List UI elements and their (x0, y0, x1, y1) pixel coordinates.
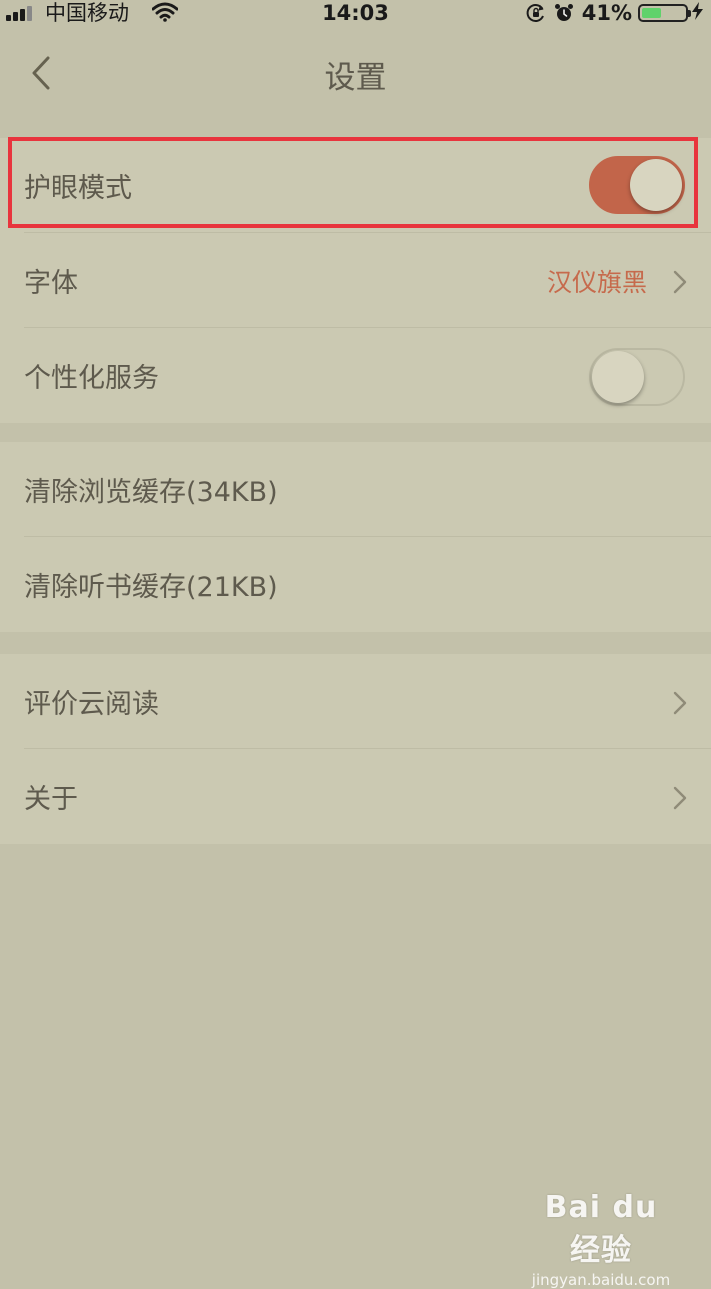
clear-audio-cache-row[interactable]: 清除听书缓存(21KB) (0, 537, 711, 632)
chevron-right-icon (673, 270, 687, 294)
font-label: 字体 (24, 268, 78, 299)
personalized-service-label: 个性化服务 (24, 363, 159, 394)
status-bar: 中国移动 14:03 41% (0, 0, 711, 26)
watermark-url: jingyan.baidu.com (531, 1271, 671, 1289)
about-row[interactable]: 关于 (0, 749, 711, 844)
personalized-service-row: 个性化服务 (0, 328, 711, 423)
font-row[interactable]: 字体 汉仪旗黑 (0, 233, 711, 328)
about-label: 关于 (24, 784, 78, 815)
rate-app-label: 评价云阅读 (24, 689, 159, 720)
rotation-lock-icon (526, 3, 546, 23)
toggle-knob (592, 351, 644, 403)
navigation-bar: 设置 (0, 26, 711, 114)
baidu-watermark: Bai du 经验 jingyan.baidu.com (531, 1190, 671, 1289)
toggle-knob (630, 159, 682, 211)
settings-group-about: 评价云阅读 关于 (0, 654, 711, 844)
chevron-right-icon (673, 691, 687, 715)
battery-percent: 41% (581, 1, 632, 25)
battery-fill (642, 8, 661, 18)
battery-icon (638, 4, 691, 22)
clear-browse-cache-row[interactable]: 清除浏览缓存(34KB) (0, 442, 711, 537)
eye-protection-row: 护眼模式 (0, 138, 711, 233)
chevron-right-icon (673, 786, 687, 810)
eye-protection-label: 护眼模式 (24, 173, 132, 204)
settings-group-display: 护眼模式 字体 汉仪旗黑 个性化服务 (0, 138, 711, 423)
settings-group-cache: 清除浏览缓存(34KB) 清除听书缓存(21KB) (0, 442, 711, 632)
alarm-clock-icon (554, 3, 574, 23)
personalized-service-toggle[interactable] (589, 348, 685, 406)
clear-audio-cache-label: 清除听书缓存(21KB) (24, 572, 278, 603)
rate-app-row[interactable]: 评价云阅读 (0, 654, 711, 749)
watermark-logo: Bai du 经验 (544, 1190, 658, 1268)
clear-browse-cache-label: 清除浏览缓存(34KB) (24, 477, 278, 508)
font-value: 汉仪旗黑 (546, 267, 647, 297)
charging-bolt-icon (692, 1, 703, 25)
page-title: 设置 (324, 60, 387, 96)
eye-protection-toggle[interactable] (589, 156, 685, 214)
